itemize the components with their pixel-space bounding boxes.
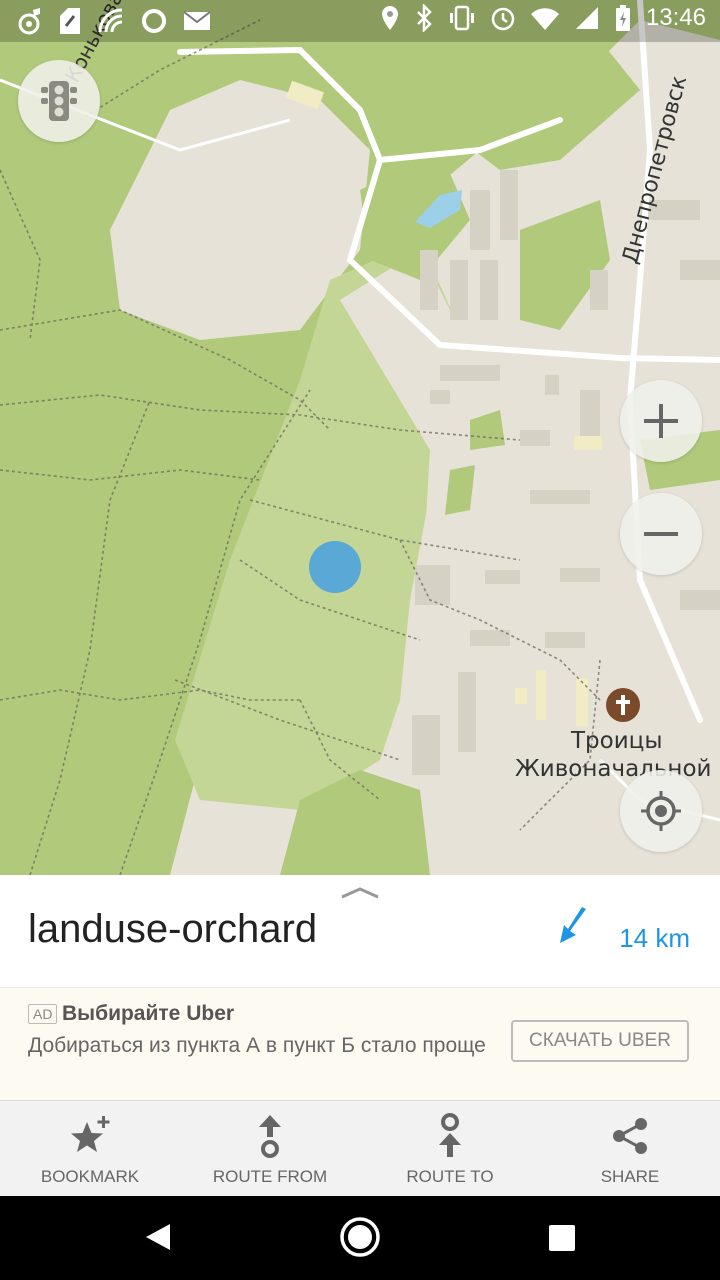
route-to-icon bbox=[439, 1113, 461, 1157]
bookmark-star-icon bbox=[71, 1116, 110, 1152]
zoom-out-button[interactable] bbox=[620, 493, 702, 575]
status-bar: 13:46 bbox=[0, 0, 720, 42]
wifi-calling-icon bbox=[98, 8, 123, 33]
home-icon[interactable] bbox=[339, 1216, 381, 1258]
clock: 13:46 bbox=[645, 4, 706, 31]
zoom-in-button[interactable] bbox=[620, 380, 702, 462]
route-from-label: ROUTE FROM bbox=[212, 1167, 328, 1186]
bluetooth-icon bbox=[417, 4, 432, 32]
signal-icon bbox=[575, 7, 598, 29]
ad-text: Добираться из пункта А в пункт Б стало п… bbox=[28, 1034, 486, 1057]
ad-title: Выбирайте Uber bbox=[62, 1002, 235, 1025]
mail-icon bbox=[183, 11, 211, 30]
poi-label-line1: Троицы bbox=[571, 728, 663, 754]
system-nav-bar bbox=[0, 1196, 720, 1280]
place-page-sheet[interactable]: landuse-orchard 14 km AD Выбирайте Uber … bbox=[0, 875, 720, 1100]
church-icon[interactable] bbox=[606, 688, 640, 722]
route-from-icon bbox=[259, 1115, 281, 1158]
traffic-light-icon bbox=[41, 81, 77, 121]
action-bar: BOOKMARK ROUTE FROM ROUTE TO SHARE bbox=[0, 1100, 720, 1197]
distance-label: 14 km bbox=[619, 923, 690, 953]
location-icon bbox=[381, 6, 398, 30]
ad-badge: AD bbox=[28, 1004, 58, 1024]
map-view[interactable]: Коньковая лыжн Днепропетровск Троицы Жив… bbox=[0, 0, 720, 875]
ad-banner[interactable]: AD Выбирайте Uber Добираться из пункта А… bbox=[0, 987, 720, 1100]
share-button[interactable]: SHARE bbox=[540, 1101, 720, 1197]
bookmark-button[interactable]: BOOKMARK bbox=[0, 1101, 180, 1197]
minus-icon bbox=[644, 532, 678, 536]
chevron-up-icon[interactable] bbox=[340, 883, 380, 899]
bookmark-label: BOOKMARK bbox=[40, 1167, 140, 1186]
place-title: landuse-orchard bbox=[28, 907, 318, 951]
recents-icon[interactable] bbox=[548, 1224, 576, 1252]
plus-icon bbox=[644, 404, 678, 438]
route-to-button[interactable]: ROUTE TO bbox=[360, 1101, 540, 1197]
ad-download-button[interactable]: СКАЧАТЬ UBER bbox=[511, 1020, 689, 1062]
my-location-button[interactable] bbox=[620, 770, 702, 852]
share-label: SHARE bbox=[600, 1167, 660, 1186]
route-from-button[interactable]: ROUTE FROM bbox=[180, 1101, 360, 1197]
wifi-icon bbox=[530, 8, 559, 30]
news-icon bbox=[60, 8, 80, 34]
traffic-button[interactable] bbox=[18, 60, 100, 142]
share-icon bbox=[613, 1118, 647, 1154]
battery-icon bbox=[615, 5, 630, 31]
route-to-label: ROUTE TO bbox=[406, 1167, 494, 1186]
music-icon bbox=[18, 8, 40, 35]
crosshair-icon bbox=[641, 791, 681, 831]
vibrate-icon bbox=[449, 5, 474, 31]
circle-icon bbox=[142, 9, 166, 33]
alarm-icon bbox=[491, 7, 515, 31]
back-icon[interactable] bbox=[144, 1222, 172, 1252]
direction-arrow-icon bbox=[560, 907, 586, 943]
